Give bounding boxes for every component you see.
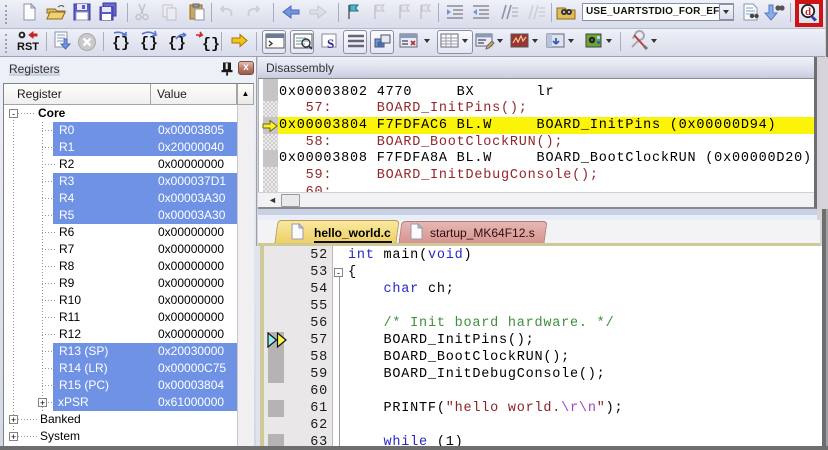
- svg-text:{}: {}: [202, 36, 220, 53]
- svg-text:{}: {}: [140, 35, 158, 52]
- svg-text:RST: RST: [17, 41, 39, 53]
- svg-text:S: S: [327, 36, 334, 51]
- svg-text:{}: {}: [112, 35, 130, 52]
